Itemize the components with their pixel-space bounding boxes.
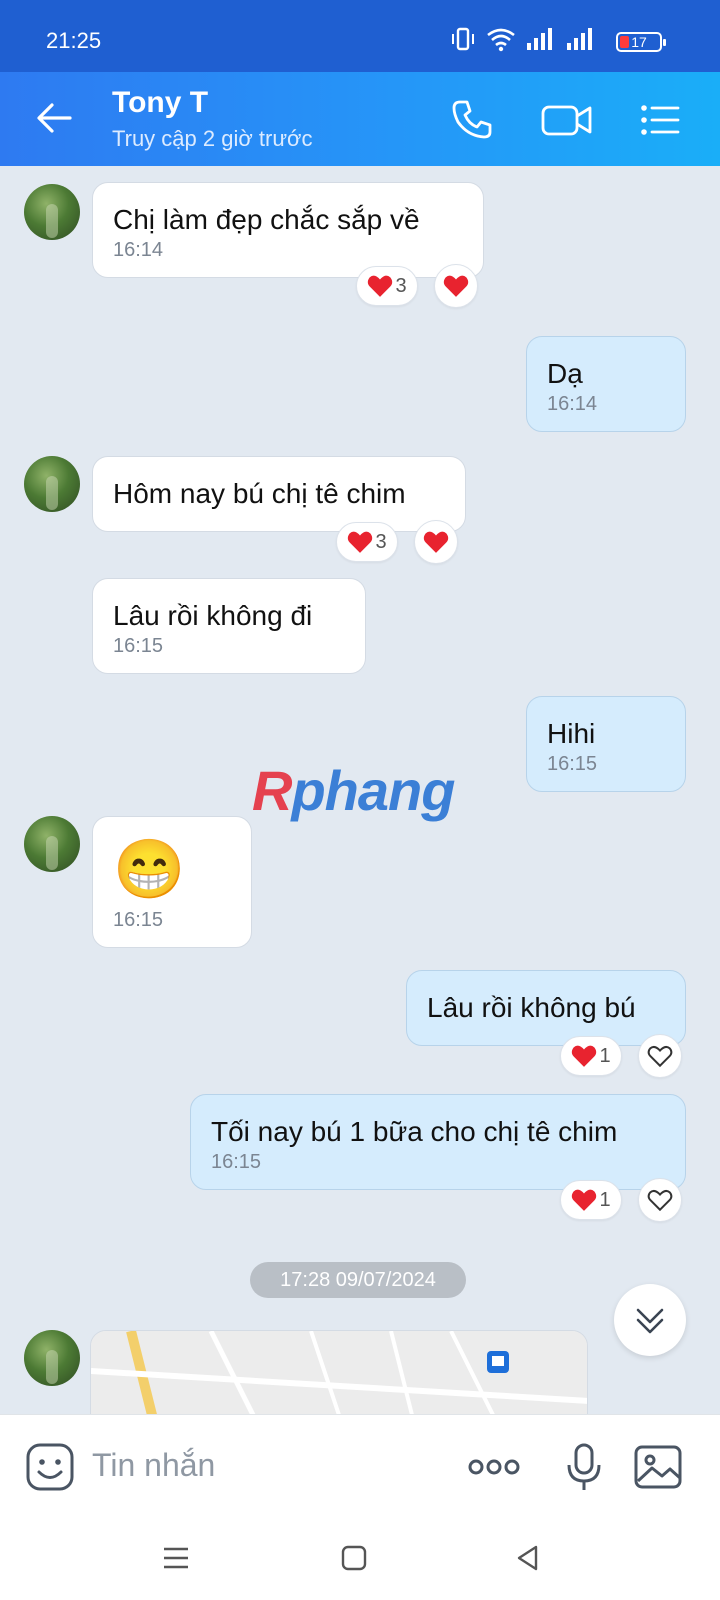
status-bar: 21:25 17 bbox=[0, 0, 720, 72]
message-bubble-outgoing[interactable]: Lâu rồi không bú bbox=[406, 970, 686, 1046]
signal-icon-1 bbox=[527, 28, 552, 50]
message-bubble-outgoing[interactable]: Tối nay bú 1 bữa cho chị tê chim 16:15 bbox=[190, 1094, 686, 1190]
reaction-count: 1 bbox=[599, 1188, 611, 1211]
heart-icon bbox=[572, 1045, 597, 1067]
message-time: 16:14 bbox=[547, 393, 598, 415]
reaction-summary[interactable]: 1 bbox=[560, 1036, 622, 1076]
contact-avatar[interactable] bbox=[24, 184, 80, 240]
chat-header: Tony T Truy cập 2 giờ trước bbox=[0, 72, 720, 166]
reaction-count: 1 bbox=[599, 1044, 611, 1067]
message-bubble-incoming[interactable]: Chị làm đẹp chắc sắp về 16:14 bbox=[92, 182, 484, 278]
message-bubble-outgoing[interactable]: Dạ 16:14 bbox=[526, 336, 686, 432]
recent-apps-icon[interactable] bbox=[158, 1540, 194, 1576]
back-arrow-icon[interactable] bbox=[34, 98, 74, 138]
video-call-icon[interactable] bbox=[540, 96, 594, 144]
message-time: 16:15 bbox=[211, 1151, 262, 1173]
message-bubble-incoming[interactable]: Hôm nay bú chị tê chim bbox=[92, 456, 466, 532]
status-time: 21:25 bbox=[46, 28, 102, 53]
message-time: 16:14 bbox=[113, 239, 164, 261]
emoji-grin: 😁 bbox=[113, 837, 186, 902]
sticker-emoji-icon[interactable] bbox=[24, 1441, 76, 1493]
wifi-icon bbox=[487, 28, 515, 52]
heart-outline-icon bbox=[647, 1045, 673, 1068]
back-triangle-icon[interactable] bbox=[510, 1540, 546, 1576]
heart-icon bbox=[368, 275, 393, 297]
reaction-count: 3 bbox=[395, 274, 407, 297]
react-heart-button[interactable] bbox=[434, 264, 478, 308]
reaction-summary[interactable]: 1 bbox=[560, 1180, 622, 1220]
message-text: Lâu rồi không đi bbox=[113, 600, 313, 631]
reaction-summary[interactable]: 3 bbox=[336, 522, 398, 562]
message-text: Tối nay bú 1 bữa cho chị tê chim bbox=[211, 1116, 618, 1147]
last-seen-status: Truy cập 2 giờ trước bbox=[112, 126, 313, 151]
message-time: 16:15 bbox=[113, 635, 164, 657]
status-icons bbox=[450, 26, 596, 52]
image-gallery-icon[interactable] bbox=[632, 1441, 684, 1493]
message-input[interactable]: Tin nhắn bbox=[92, 1447, 215, 1484]
watermark-logo: Rphang bbox=[252, 758, 455, 823]
contact-avatar[interactable] bbox=[24, 816, 80, 872]
heart-icon bbox=[423, 531, 449, 553]
double-chevron-down-icon bbox=[636, 1308, 664, 1334]
home-icon[interactable] bbox=[336, 1540, 372, 1576]
location-map-preview[interactable] bbox=[90, 1330, 588, 1414]
contact-avatar[interactable] bbox=[24, 1330, 80, 1386]
message-time: 16:15 bbox=[547, 753, 598, 775]
message-bubble-incoming[interactable]: 😁 16:15 bbox=[92, 816, 252, 948]
react-heart-button[interactable] bbox=[638, 1178, 682, 1222]
reaction-summary[interactable]: 3 bbox=[356, 266, 418, 306]
contact-avatar[interactable] bbox=[24, 456, 80, 512]
heart-icon bbox=[572, 1189, 597, 1211]
more-options-icon[interactable] bbox=[466, 1441, 522, 1493]
message-time: 16:15 bbox=[113, 909, 164, 931]
react-heart-button[interactable] bbox=[414, 520, 458, 564]
heart-icon bbox=[443, 275, 469, 297]
scroll-to-bottom-button[interactable] bbox=[614, 1284, 686, 1356]
reaction-count: 3 bbox=[375, 530, 387, 553]
system-navigation-bar bbox=[0, 1516, 720, 1600]
signal-icon-2 bbox=[567, 28, 592, 50]
phone-call-icon[interactable] bbox=[448, 96, 496, 144]
vibrate-icon bbox=[452, 27, 474, 51]
heart-outline-icon bbox=[647, 1189, 673, 1212]
microphone-icon[interactable] bbox=[558, 1441, 610, 1493]
react-heart-button[interactable] bbox=[638, 1034, 682, 1078]
watermark-part2: phang bbox=[291, 759, 455, 822]
watermark-part1: R bbox=[252, 759, 292, 822]
message-text: Dạ bbox=[547, 358, 583, 389]
message-composer: Tin nhắn bbox=[0, 1414, 720, 1516]
message-text: Hôm nay bú chị tê chim bbox=[113, 478, 406, 509]
message-bubble-incoming[interactable]: Lâu rồi không đi 16:15 bbox=[92, 578, 366, 674]
date-separator: 17:28 09/07/2024 bbox=[250, 1262, 466, 1298]
message-list[interactable]: Chị làm đẹp chắc sắp về 16:14 3 Dạ 16:14… bbox=[0, 166, 720, 1414]
message-text: Chị làm đẹp chắc sắp về bbox=[113, 204, 420, 235]
menu-list-icon[interactable] bbox=[636, 96, 684, 144]
map-graphic bbox=[91, 1331, 587, 1414]
contact-name[interactable]: Tony T bbox=[112, 86, 208, 120]
heart-icon bbox=[348, 531, 373, 553]
message-bubble-outgoing[interactable]: Hihi 16:15 bbox=[526, 696, 686, 792]
battery-indicator: 17 bbox=[616, 32, 666, 52]
message-text: Lâu rồi không bú bbox=[427, 992, 636, 1023]
message-text: Hihi bbox=[547, 718, 596, 749]
